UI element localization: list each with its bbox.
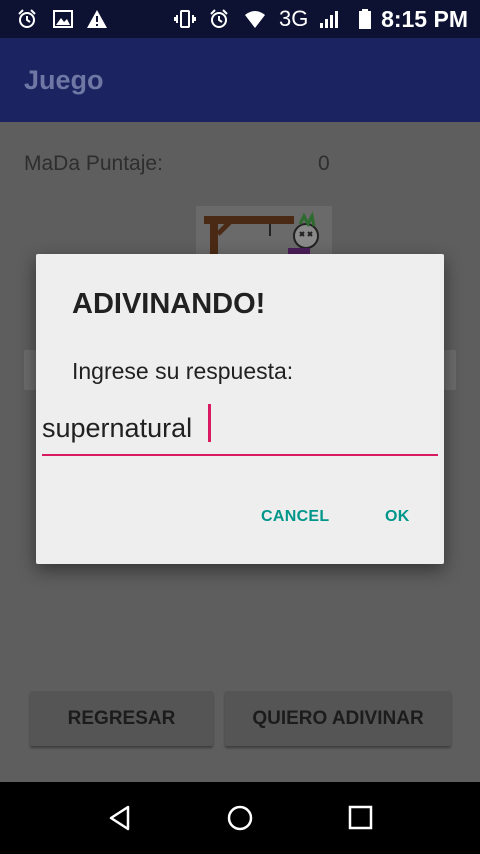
answer-input[interactable] <box>42 402 438 456</box>
dialog-message: Ingrese su respuesta: <box>72 358 294 384</box>
wifi-icon <box>245 11 265 28</box>
text-cursor <box>208 404 211 442</box>
home-icon[interactable] <box>226 804 254 832</box>
score-value: 0 <box>318 152 330 175</box>
input-box-right-edge <box>444 350 456 390</box>
guess-button[interactable]: QUIERO ADIVINAR <box>225 691 451 746</box>
status-time: 8:15 PM <box>381 6 468 32</box>
warning-icon <box>87 10 107 28</box>
vibrate-icon <box>174 10 196 28</box>
alarm-icon <box>18 9 36 28</box>
input-box-left-edge <box>24 350 36 390</box>
guess-dialog: ADIVINANDO! Ingrese su respuesta: CANCEL… <box>36 254 444 564</box>
image-icon <box>53 10 73 28</box>
page-title: Juego <box>24 65 104 95</box>
back-icon[interactable] <box>106 804 134 832</box>
status-bar: 3G 8:15 PM <box>0 0 480 38</box>
app-bar: Juego <box>0 38 480 122</box>
recents-icon[interactable] <box>347 804 375 832</box>
dialog-title: ADIVINANDO! <box>72 288 266 320</box>
back-button[interactable]: REGRESAR <box>30 691 213 746</box>
navigation-bar <box>0 782 480 854</box>
battery-icon <box>359 9 371 29</box>
network-type: 3G <box>279 6 309 31</box>
ok-button[interactable]: OK <box>385 508 410 526</box>
alarm-icon <box>210 9 228 28</box>
hangman-image <box>196 206 332 256</box>
signal-icon <box>320 11 338 28</box>
score-label: MaDa Puntaje: <box>24 152 163 175</box>
cancel-button[interactable]: CANCEL <box>261 508 329 526</box>
